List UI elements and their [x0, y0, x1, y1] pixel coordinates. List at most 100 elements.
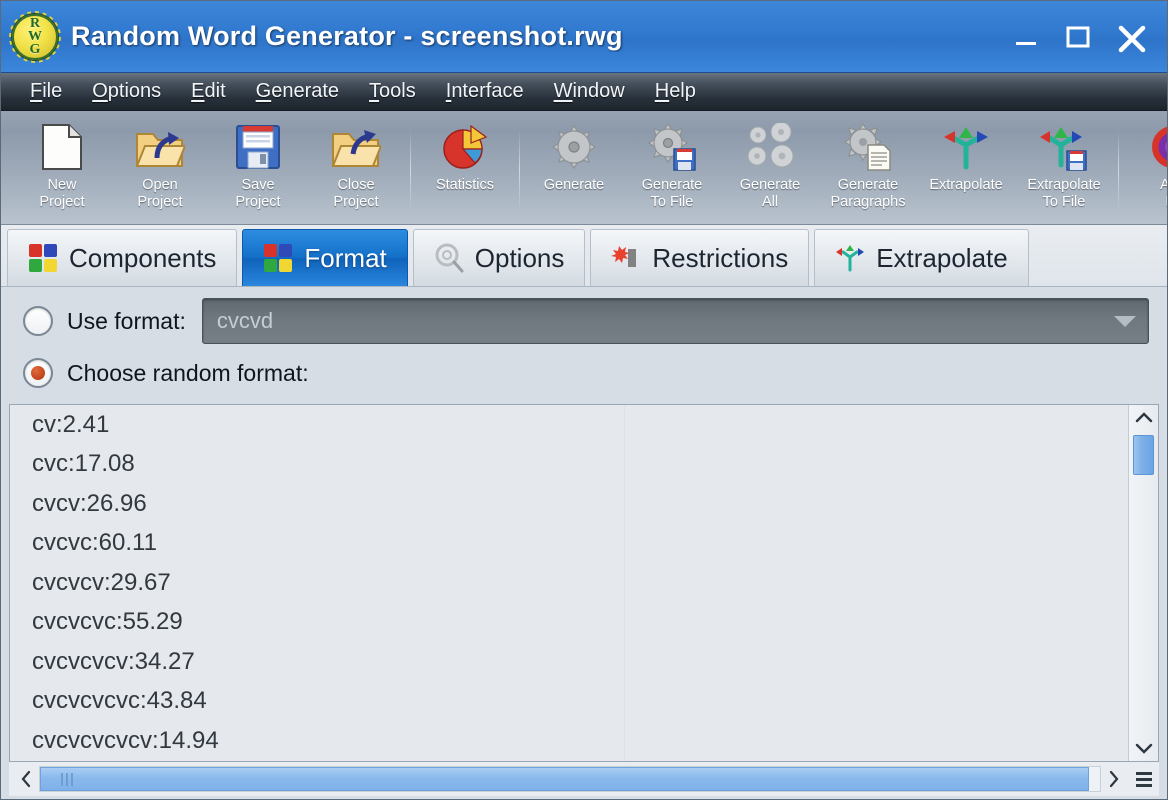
toolbar-label: Extrapolate — [929, 177, 1003, 193]
close-folder-icon — [330, 121, 382, 173]
menu-item-edit[interactable]: Edit — [176, 80, 240, 103]
window-controls — [1011, 22, 1161, 52]
chevron-down-icon — [1114, 315, 1136, 327]
tab-bar: Components Format Options Restrictions E… — [1, 225, 1167, 287]
list-item[interactable]: cvcvcvcv:34.27 — [10, 642, 1128, 682]
tab-label: Extrapolate — [876, 242, 1008, 273]
list-item[interactable]: cvcv:26.96 — [10, 484, 1128, 524]
choose-random-format-radio[interactable] — [23, 358, 53, 388]
toolbar: New Project Open Project Save Project Cl… — [1, 111, 1167, 225]
tab-label: Restrictions — [652, 242, 789, 273]
format-weights-list-body[interactable]: cv:2.41 cvc:17.08 cvcv:26.96 cvcvc:60.11… — [10, 405, 1128, 761]
toolbar-button-analyse-files[interactable]: Ana Fil — [1124, 117, 1167, 221]
toolbar-button-open-project[interactable]: Open Project — [111, 117, 209, 221]
tab-options[interactable]: Options — [412, 229, 586, 286]
menu-item-options[interactable]: Options — [77, 80, 176, 103]
analyse-files-icon — [1147, 121, 1167, 173]
horizontal-scroll-thumb[interactable] — [40, 767, 1090, 791]
use-format-radio[interactable] — [23, 306, 53, 336]
toolbar-separator — [1118, 129, 1119, 211]
list-item[interactable]: cvcvcvcvc:43.84 — [10, 682, 1128, 722]
tab-label: Options — [474, 242, 565, 273]
extrapolate-file-icon — [1038, 121, 1090, 173]
list-item[interactable]: cvcvcvc:55.29 — [10, 603, 1128, 643]
vertical-scroll-track[interactable] — [1129, 431, 1158, 735]
tab-components[interactable]: Components — [7, 229, 238, 286]
choose-random-format-row: Choose random format: — [9, 347, 1159, 399]
gear-magnifier-icon — [434, 243, 464, 273]
format-weights-list: cv:2.41 cvc:17.08 cvcv:26.96 cvcvc:60.11… — [9, 404, 1159, 762]
scroll-left-button[interactable] — [13, 766, 39, 792]
toolbar-button-generate-all[interactable]: Generate All — [721, 117, 819, 221]
toolbar-button-close-project[interactable]: Close Project — [307, 117, 405, 221]
pie-chart-icon — [439, 121, 491, 173]
new-document-icon — [36, 121, 88, 173]
minimize-button[interactable] — [1011, 22, 1041, 52]
toolbar-separator — [519, 129, 520, 211]
scroll-up-button[interactable] — [1129, 405, 1158, 431]
horizontal-scrollbar[interactable] — [9, 762, 1159, 796]
tab-label: Format — [304, 242, 387, 273]
horizontal-scroll-track[interactable] — [39, 766, 1101, 792]
format-combobox[interactable]: cvcvd — [201, 298, 1149, 344]
logo-letter-1: R — [29, 15, 41, 31]
toolbar-label: Statistics — [435, 177, 494, 193]
toolbar-button-generate-paragraphs[interactable]: Generate Paragraphs — [819, 117, 917, 221]
format-combobox-value: cvcvd — [216, 308, 274, 333]
multi-gear-icon — [744, 121, 796, 173]
vertical-scrollbar[interactable] — [1128, 405, 1158, 761]
open-folder-icon — [134, 121, 186, 173]
extrapolate-arrows-icon — [835, 243, 865, 273]
gear-icon — [548, 121, 600, 173]
window-title: Random Word Generator - screenshot.rwg — [71, 21, 623, 51]
menu-item-help[interactable]: Help — [640, 80, 711, 103]
size-grip-icon[interactable] — [1131, 766, 1157, 792]
toolbar-label: Generate Paragraphs — [830, 177, 906, 210]
toolbar-label: Save Project — [235, 177, 281, 210]
gear-file-icon — [646, 121, 698, 173]
toolbar-button-generate-to-file[interactable]: Generate To File — [623, 117, 721, 221]
toolbar-label: Ana Fil — [1160, 177, 1167, 211]
toolbar-button-save-project[interactable]: Save Project — [209, 117, 307, 221]
close-button[interactable] — [1115, 22, 1146, 52]
menu-item-generate[interactable]: Generate — [241, 80, 354, 103]
scroll-right-button[interactable] — [1101, 766, 1127, 792]
toolbar-button-generate[interactable]: Generate — [525, 117, 623, 221]
list-item[interactable]: cvcvcvcvcv:14.94 — [10, 721, 1128, 761]
tab-format[interactable]: Format — [242, 229, 408, 286]
vertical-scroll-thumb[interactable] — [1133, 435, 1154, 475]
toolbar-button-new-project[interactable]: New Project — [13, 117, 111, 221]
format-panel: Use format: cvcvd Choose random format: … — [1, 287, 1167, 799]
tab-extrapolate[interactable]: Extrapolate — [814, 229, 1029, 286]
menu-item-interface[interactable]: Interface — [431, 80, 539, 103]
toolbar-label: Generate All — [739, 177, 801, 210]
brush-icon — [611, 243, 641, 273]
menu-item-window[interactable]: Window — [539, 80, 640, 103]
use-format-row: Use format: cvcvd — [9, 295, 1159, 347]
tab-restrictions[interactable]: Restrictions — [590, 229, 810, 286]
toolbar-label: Generate To File — [641, 177, 703, 210]
menu-bar: File Options Edit Generate Tools Interface Win… — [1, 73, 1167, 111]
menu-item-tools[interactable]: Tools — [354, 80, 431, 103]
list-item[interactable]: cvcvcv:29.67 — [10, 563, 1128, 603]
toolbar-button-extrapolate-to-file[interactable]: Extrapolate To File — [1015, 117, 1113, 221]
application-window: R W G Random Word Generator - screenshot… — [0, 0, 1168, 800]
maximize-button[interactable] — [1063, 22, 1093, 52]
menu-item-file[interactable]: File — [15, 80, 77, 103]
floppy-disk-icon — [232, 121, 284, 173]
use-format-label: Use format: — [67, 307, 186, 334]
toolbar-label: Generate — [543, 177, 605, 193]
choose-random-format-label: Choose random format: — [67, 359, 309, 386]
scroll-grip-icon — [61, 772, 73, 786]
toolbar-button-extrapolate[interactable]: Extrapolate — [917, 117, 1015, 221]
list-item[interactable]: cvcvc:60.11 — [10, 524, 1128, 564]
list-item[interactable]: cv:2.41 — [10, 405, 1128, 445]
list-item[interactable]: cvc:17.08 — [10, 445, 1128, 485]
app-logo-icon: R W G — [9, 10, 61, 63]
toolbar-separator — [410, 129, 411, 211]
toolbar-button-statistics[interactable]: Statistics — [416, 117, 514, 221]
puzzle-pieces-icon — [28, 243, 58, 273]
scroll-down-button[interactable] — [1129, 735, 1158, 761]
toolbar-label: Close Project — [333, 177, 379, 210]
toolbar-label: Extrapolate To File — [1027, 177, 1101, 210]
